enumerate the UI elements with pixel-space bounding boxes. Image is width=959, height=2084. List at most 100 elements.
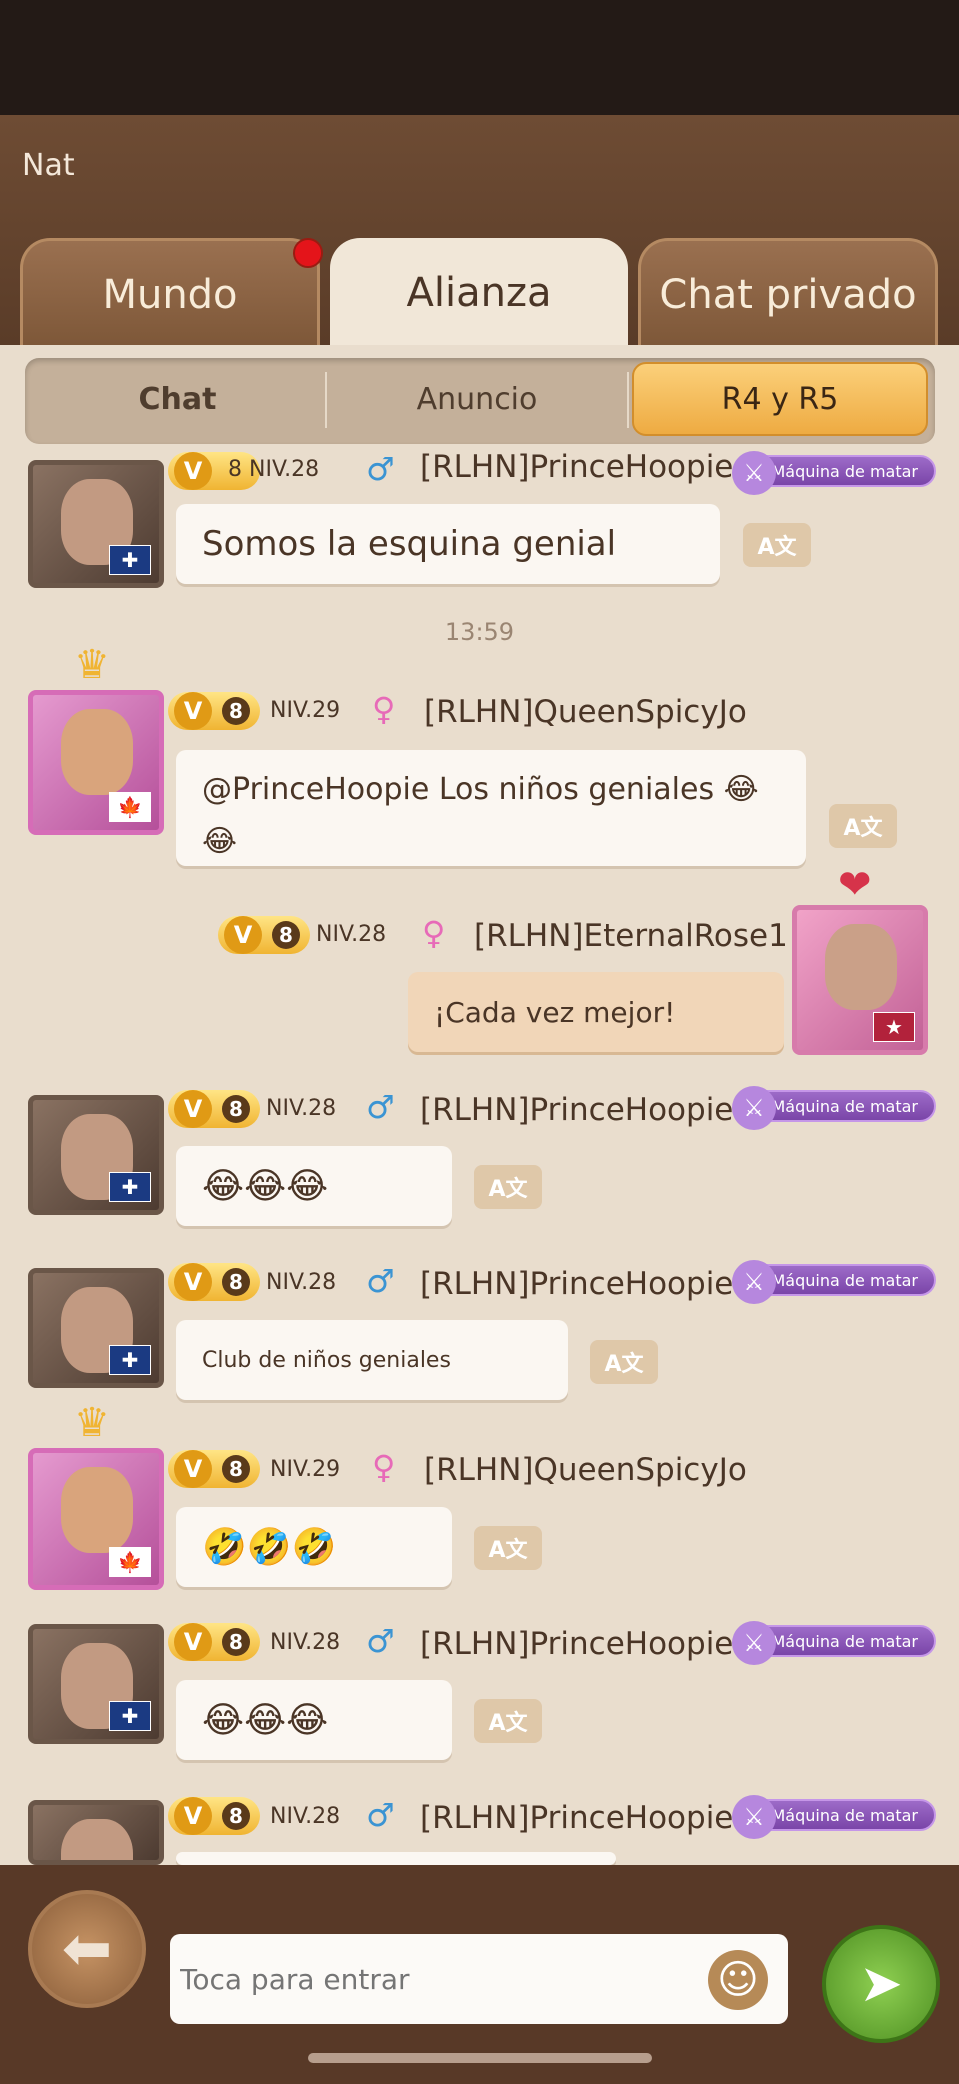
translate-icon[interactable]: A文 xyxy=(474,1165,542,1209)
female-icon: ♀ xyxy=(422,914,446,952)
message-bubble[interactable]: 😂😂😂 xyxy=(176,1146,452,1226)
message-bubble[interactable]: ¡Cada vez mejor! xyxy=(408,972,784,1052)
vip-badge: V8 xyxy=(168,692,260,730)
player-name[interactable]: [RLHN]PrinceHoopie xyxy=(420,1800,733,1836)
tab-mundo[interactable]: Mundo xyxy=(20,238,320,348)
avatar[interactable]: 🍁 xyxy=(28,1448,164,1590)
vip-level: 8 xyxy=(222,1455,250,1483)
message-text: 😂😂😂 xyxy=(202,1165,329,1207)
player-name[interactable]: [RLHN]QueenSpicyJo xyxy=(424,694,747,730)
vip-badge: V8 xyxy=(168,1090,260,1128)
status-bar xyxy=(0,0,959,115)
avatar[interactable]: ★ xyxy=(792,905,928,1055)
male-icon: ♂ xyxy=(366,1262,395,1300)
title-badge: ⚔ Máquina de matar xyxy=(732,451,936,495)
avatar[interactable]: ✚ xyxy=(28,1095,164,1215)
translate-icon[interactable]: A文 xyxy=(474,1699,542,1743)
translate-icon[interactable]: A文 xyxy=(743,523,811,567)
vip-badge: V8 xyxy=(168,1623,260,1661)
title-badge: ⚔ Máquina de matar xyxy=(732,1621,936,1665)
player-level: NIV.28 xyxy=(270,1804,341,1829)
player-name[interactable]: [RLHN]PrinceHoopie xyxy=(420,449,733,485)
player-level: NIV.29 xyxy=(270,698,341,723)
title-badge: ⚔ Máquina de matar xyxy=(732,1086,936,1130)
male-icon: ♂ xyxy=(366,1088,395,1126)
user-name: Nat xyxy=(22,148,75,183)
notification-dot xyxy=(293,238,323,268)
message-bubble[interactable]: Somos la esquina genial xyxy=(176,504,720,584)
vip-icon: V xyxy=(174,452,212,490)
avatar[interactable]: ✚ xyxy=(28,1268,164,1388)
book-icon: ❤ xyxy=(838,862,872,908)
timestamp: 13:59 xyxy=(444,618,515,646)
avatar[interactable] xyxy=(28,1800,164,1865)
female-icon: ♀ xyxy=(372,690,396,728)
message-text: 😂😂😂 xyxy=(202,1699,329,1741)
player-name[interactable]: [RLHN]PrinceHoopie xyxy=(420,1092,733,1128)
canada-flag-icon: 🍁 xyxy=(109,1547,151,1577)
title-badge-label: Máquina de matar xyxy=(771,461,918,481)
avatar[interactable]: 🍁 xyxy=(28,690,164,835)
vip-badge: V8 xyxy=(218,916,310,954)
message-bubble[interactable]: Club de niños geniales xyxy=(176,1320,568,1400)
translate-icon[interactable]: A文 xyxy=(474,1526,542,1570)
vip-level: 8 xyxy=(222,1802,250,1830)
avatar-photo xyxy=(825,924,897,1010)
player-name[interactable]: [RLHN]EternalRose1 xyxy=(474,918,788,954)
subtab-anuncio[interactable]: Anuncio xyxy=(327,362,627,436)
player-level: NIV.28 xyxy=(249,457,320,482)
player-level: NIV.28 xyxy=(266,1270,337,1295)
player-level: NIV.28 xyxy=(270,1630,341,1655)
vip-icon: V xyxy=(224,916,262,954)
crossed-swords-icon: ⚔ xyxy=(732,451,776,495)
tab-alianza[interactable]: Alianza xyxy=(330,238,628,348)
message-input[interactable] xyxy=(170,1934,788,2024)
male-icon: ♂ xyxy=(366,1622,395,1660)
title-badge-label: Máquina de matar xyxy=(771,1096,918,1116)
message-bubble[interactable]: 🤣🤣🤣 xyxy=(176,1507,452,1587)
vip-icon: V xyxy=(174,1797,212,1835)
player-level: NIV.28 xyxy=(316,922,387,947)
canada-flag-icon: 🍁 xyxy=(109,792,151,822)
vip-badge: V8 xyxy=(168,1797,260,1835)
vip-icon: V xyxy=(174,692,212,730)
send-icon[interactable]: ➤ xyxy=(822,1925,940,2043)
message-bubble[interactable]: 😂😂😂 xyxy=(176,1680,452,1760)
vip-level: 8 xyxy=(222,1628,250,1656)
player-name[interactable]: [RLHN]QueenSpicyJo xyxy=(424,1452,747,1488)
message-text: Club de niños geniales xyxy=(202,1347,451,1373)
subtab-r4-r5[interactable]: R4 y R5 xyxy=(632,362,928,436)
avatar-photo xyxy=(61,1467,133,1553)
emoji-icon[interactable]: ☺ xyxy=(708,1950,768,2010)
crown-icon: ♛ xyxy=(74,642,110,688)
avatar[interactable]: ✚ xyxy=(28,1624,164,1744)
male-icon: ♂ xyxy=(366,1796,395,1834)
message-bubble[interactable] xyxy=(176,1852,616,1865)
vip-badge: V8 xyxy=(168,1450,260,1488)
vip-and-level: 8 NIV.28 xyxy=(228,457,319,482)
tab-chat-privado[interactable]: Chat privado xyxy=(638,238,938,348)
translate-icon[interactable]: A文 xyxy=(829,804,897,848)
avatar[interactable]: ✚ xyxy=(28,460,164,588)
title-badge-label: Máquina de matar xyxy=(771,1270,918,1290)
message-text: ¡Cada vez mejor! xyxy=(434,995,676,1029)
player-name[interactable]: [RLHN]PrinceHoopie xyxy=(420,1626,733,1662)
back-arrow-icon[interactable]: ⬅ xyxy=(28,1890,146,2008)
uk-flag-icon: ✚ xyxy=(109,545,151,575)
subtab-chat[interactable]: Chat xyxy=(30,362,325,436)
message-bubble[interactable]: @PrinceHoopie Los niños geniales 😂😂 xyxy=(176,750,806,866)
player-name[interactable]: [RLHN]PrinceHoopie xyxy=(420,1266,733,1302)
avatar-photo xyxy=(61,1819,133,1860)
title-badge-label: Máquina de matar xyxy=(771,1805,918,1825)
subtab-divider xyxy=(627,372,629,428)
crossed-swords-icon: ⚔ xyxy=(732,1621,776,1665)
crown-icon: ♛ xyxy=(74,1400,110,1446)
vip-level: 8 xyxy=(222,697,250,725)
female-icon: ♀ xyxy=(372,1448,396,1486)
translate-icon[interactable]: A文 xyxy=(590,1340,658,1384)
usa-flag-icon: ★ xyxy=(873,1012,915,1042)
vip-level: 8 xyxy=(228,457,242,482)
vip-level: 8 xyxy=(222,1095,250,1123)
vip-level: 8 xyxy=(222,1268,250,1296)
player-level: NIV.29 xyxy=(270,1457,341,1482)
